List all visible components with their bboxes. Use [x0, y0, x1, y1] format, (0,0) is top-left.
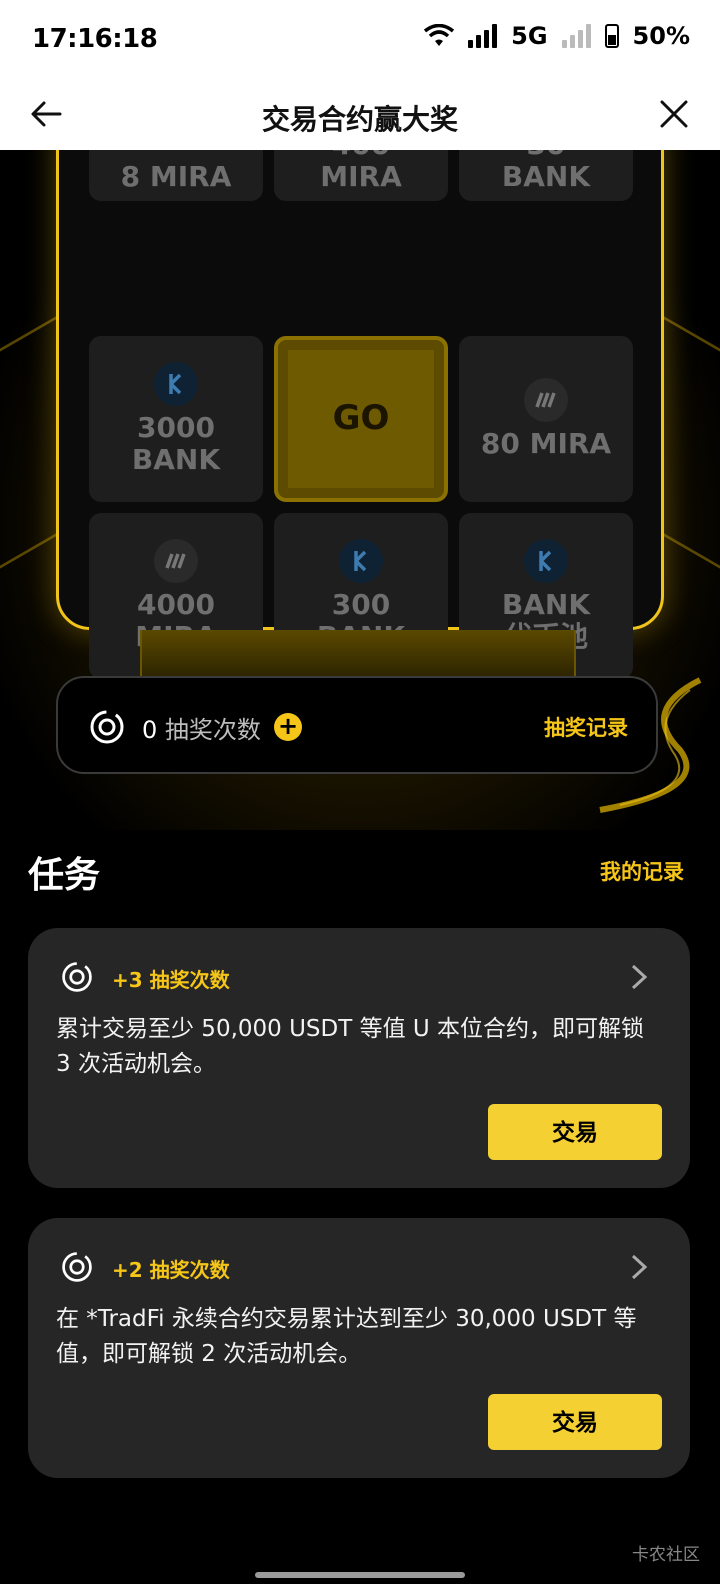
- prize-label: 400 MIRA: [320, 150, 402, 193]
- draw-count: 0 抽奖次数: [142, 710, 261, 745]
- wifi-icon: [424, 24, 455, 46]
- trade-button[interactable]: 交易: [488, 1394, 662, 1450]
- prize-label: 8 MIRA: [120, 159, 232, 193]
- task-description: 在 *TradFi 永续合约交易累计达到至少 30,000 USDT 等值，即可…: [56, 1306, 637, 1367]
- decorative-frame-right: [660, 314, 720, 586]
- go-button[interactable]: GO: [274, 336, 448, 502]
- status-bar: 17:16:18 5G 50%: [0, 0, 720, 80]
- prize-cell: 400 MIRA: [274, 150, 448, 201]
- page-title: 交易合约赢大奖: [261, 103, 458, 136]
- nav-bar: 交易合约赢大奖: [0, 80, 720, 150]
- draw-chance-icon: [62, 962, 92, 992]
- lottery-hero: 8 MIRA 400 MIRA 30 BANK 3000 BANK GO 80 …: [0, 150, 720, 830]
- close-icon[interactable]: [658, 98, 690, 130]
- chevron-right-icon[interactable]: [628, 962, 650, 992]
- tasks-heading: 任务: [28, 855, 101, 896]
- trade-button[interactable]: 交易: [488, 1104, 662, 1160]
- bank-coin-icon: [339, 538, 383, 583]
- signal-icon: [468, 24, 498, 48]
- draw-chance-icon: [62, 1252, 92, 1282]
- status-time: 17:16:18: [32, 24, 158, 54]
- prize-label: 3000 BANK: [131, 410, 221, 476]
- add-draws-button[interactable]: +: [274, 713, 302, 741]
- home-indicator[interactable]: [255, 1572, 465, 1578]
- decorative-frame-left: [0, 314, 60, 586]
- draw-chance-icon: [90, 710, 124, 744]
- my-records-link[interactable]: 我的记录: [600, 856, 684, 886]
- prize-cell: 8 MIRA: [89, 150, 263, 201]
- draw-count-label: 抽奖次数: [164, 716, 261, 744]
- battery-level: 50%: [632, 22, 690, 50]
- chevron-right-icon[interactable]: [628, 1252, 650, 1282]
- go-label: GO: [332, 398, 390, 439]
- watermark: 卡农社区: [632, 1545, 700, 1565]
- bank-coin-icon: [154, 361, 198, 406]
- battery-icon: [604, 24, 619, 48]
- signal-secondary-icon: [561, 24, 591, 48]
- prize-cell: 30 BANK: [459, 150, 633, 201]
- status-icons: 5G 50%: [424, 22, 690, 50]
- network-label: 5G: [511, 22, 548, 50]
- prize-grid: 8 MIRA 400 MIRA 30 BANK 3000 BANK GO 80 …: [89, 150, 634, 679]
- lottery-board: 8 MIRA 400 MIRA 30 BANK 3000 BANK GO 80 …: [56, 150, 664, 679]
- prize-label: 80 MIRA: [480, 426, 612, 460]
- draw-count-bar: 0 抽奖次数 + 抽奖记录: [56, 676, 658, 774]
- board-base: [140, 630, 576, 680]
- prize-cell: 3000 BANK: [89, 336, 263, 502]
- prize-cell: 80 MIRA: [459, 336, 633, 502]
- draw-history-link[interactable]: 抽奖记录: [544, 712, 628, 742]
- bank-coin-icon: [524, 538, 568, 583]
- mira-coin-icon: [154, 538, 198, 583]
- task-reward: +3 抽奖次数: [112, 968, 230, 992]
- task-description: 累计交易至少 50,000 USDT 等值 U 本位合约，即可解锁 3 次活动机…: [56, 1016, 645, 1077]
- draw-count-value: 0: [142, 716, 158, 744]
- task-card[interactable]: +3 抽奖次数 累计交易至少 50,000 USDT 等值 U 本位合约，即可解…: [28, 928, 690, 1188]
- task-card[interactable]: +2 抽奖次数 在 *TradFi 永续合约交易累计达到至少 30,000 US…: [28, 1218, 690, 1478]
- prize-label: 30 BANK: [501, 150, 591, 193]
- task-reward: +2 抽奖次数: [112, 1258, 230, 1282]
- mira-coin-icon: [524, 377, 568, 422]
